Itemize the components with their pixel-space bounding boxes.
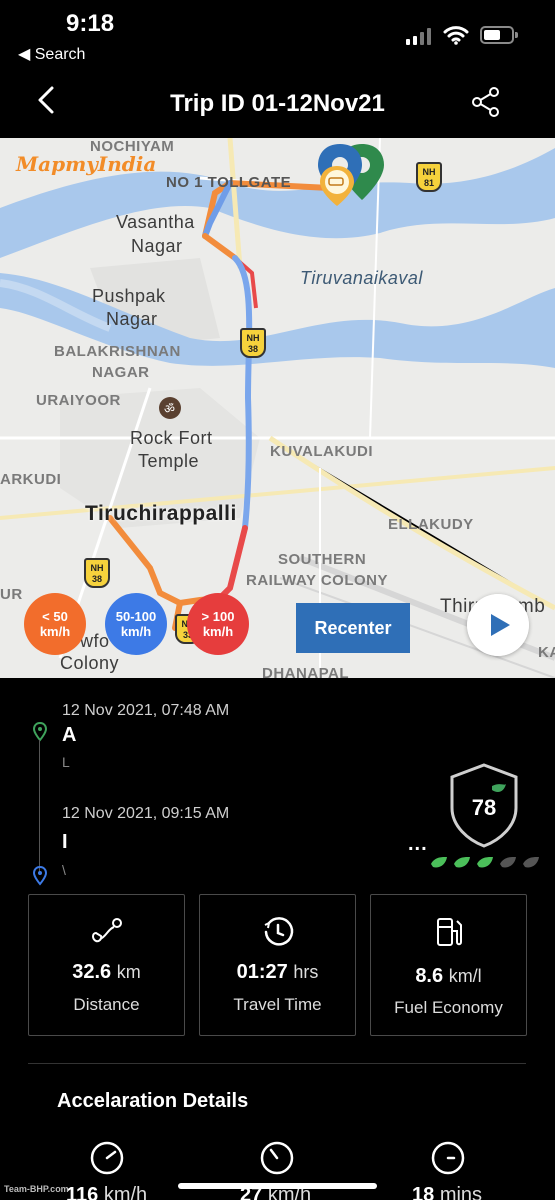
idle-time-icon	[431, 1141, 465, 1175]
more-ellipsis: ...	[408, 833, 428, 855]
section-divider	[28, 1063, 526, 1064]
end-place-address: \	[62, 862, 66, 878]
speed-legend-fast: > 100 km/h	[187, 593, 249, 655]
map-label-southern: SOUTHERN	[278, 551, 367, 568]
map-label-kuvalakudi: KUVALAKUDI	[270, 443, 374, 460]
max-speed-unit: km/h	[103, 1184, 148, 1200]
nh38-shield-icon-south: NH 38	[84, 558, 110, 588]
nh38-shield-icon: NH 38	[240, 328, 266, 358]
fuel-economy-unit: km/l	[448, 966, 482, 986]
start-location-pin-icon	[32, 722, 48, 742]
speed-unit-label: km/h	[39, 624, 71, 639]
end-time: 12 Nov 2021, 09:15 AM	[62, 805, 230, 822]
idle-time-unit: mins	[439, 1184, 483, 1200]
battery-icon	[480, 26, 518, 44]
map-label-balakrishnan-nagar: NAGAR	[92, 364, 150, 381]
map-label-arkudi: ARKUDI	[0, 471, 62, 488]
eco-score-value: 78	[471, 795, 497, 820]
map-label-vasantha: Vasantha	[116, 212, 195, 232]
eco-leaf-rating	[430, 856, 540, 870]
mapmyindia-logo: MapmyIndia	[16, 152, 157, 176]
fuel-economy-label: Fuel Economy	[394, 998, 503, 1017]
acceleration-details-title: Accelaration Details	[57, 1090, 249, 1112]
map-label-temple: Temple	[138, 451, 200, 471]
fuel-pump-icon	[436, 918, 462, 946]
leaf-icon-empty	[500, 856, 516, 868]
speed-unit-label: km/h	[202, 624, 234, 639]
route-connector-line	[39, 740, 40, 875]
map-label-colony: Colony	[60, 653, 120, 673]
map-label-tiruchirappalli: Tiruchirappalli	[85, 502, 237, 525]
travel-time-value: 01:27 hrs	[236, 961, 319, 983]
end-place-name: I	[62, 831, 68, 853]
end-location-pin-icon	[32, 866, 48, 886]
leaf-icon-filled	[454, 856, 470, 868]
clock-icon	[264, 917, 293, 946]
map-label-tollgate: NO 1 TOLLGATE	[166, 174, 292, 191]
map-label-pushpak: Pushpak	[92, 286, 166, 306]
recenter-button[interactable]: Recenter	[296, 603, 410, 653]
app-header: Trip ID 01-12Nov21	[0, 70, 555, 138]
map-label-tiruvanaikaval: Tiruvanaikaval	[300, 268, 423, 288]
back-to-search-link[interactable]: ◀ Search	[18, 44, 85, 64]
play-replay-button[interactable]	[467, 594, 529, 656]
start-time: 12 Nov 2021, 07:48 AM	[62, 702, 230, 719]
map-label-railway-colony: RAILWAY COLONY	[246, 572, 389, 589]
leaf-icon-filled	[431, 856, 447, 868]
map-label-ka: KA	[538, 644, 555, 661]
speed-range-label: < 50	[42, 609, 68, 624]
fuel-economy-value: 8.6 km/l	[415, 965, 482, 987]
map-label-balakrishnan: BALAKRISHNAN	[54, 343, 181, 360]
trip-map[interactable]: ॐ MapmyIndia NOCHIYAM NO 1 TOLLGATE Vasa…	[0, 138, 555, 678]
speedometer-icon	[90, 1141, 124, 1175]
travel-time-card: 01:27 hrs Travel Time	[199, 894, 356, 1036]
share-icon[interactable]	[468, 84, 504, 120]
distance-unit: km	[116, 962, 141, 982]
home-indicator[interactable]	[178, 1183, 377, 1189]
status-time: 9:18	[66, 10, 115, 37]
map-label-pushpak-nagar: Nagar	[106, 309, 158, 329]
map-label-ellakudy: ELLAKUDY	[388, 516, 474, 533]
speed-legend-slow: < 50 km/h	[24, 593, 86, 655]
map-label-dhanapal: DHANAPAL	[262, 665, 350, 678]
speed-range-label: 50-100	[115, 609, 157, 624]
map-label-nochiyam: NOCHIYAM	[90, 138, 175, 155]
distance-label: Distance	[73, 995, 140, 1014]
max-speed-value: 116 km/h	[66, 1184, 147, 1200]
average-speed-icon	[260, 1141, 294, 1175]
start-place-name: A	[62, 724, 77, 746]
route-icon	[91, 918, 122, 943]
travel-time-unit: hrs	[293, 962, 319, 982]
leaf-icon-empty	[523, 856, 539, 868]
svg-text:ॐ: ॐ	[164, 402, 175, 416]
map-label-uraiyoor: URAIYOOR	[36, 392, 121, 409]
nh81-shield-icon: NH 81	[416, 162, 442, 192]
distance-value: 32.6 km	[72, 961, 141, 983]
status-bar: 9:18 ◀ Search	[0, 0, 555, 70]
idle-time-value: 18 mins	[412, 1184, 482, 1200]
speed-legend-medium: 50-100 km/h	[105, 593, 167, 655]
travel-time-label: Travel Time	[233, 995, 322, 1014]
wifi-icon	[443, 26, 469, 45]
distance-card: 32.6 km Distance	[28, 894, 185, 1036]
leaf-icon-filled	[477, 856, 493, 868]
map-label-ur: UR	[0, 586, 23, 603]
watermark-text: Team-BHP.com	[4, 1184, 69, 1194]
map-label-rock-fort: Rock Fort	[130, 428, 213, 448]
map-label-vasantha-nagar: Nagar	[131, 236, 183, 256]
fuel-economy-card: 8.6 km/l Fuel Economy	[370, 894, 527, 1036]
start-place-address: L	[62, 754, 70, 770]
speed-unit-label: km/h	[120, 624, 152, 639]
cellular-signal-icon	[406, 27, 431, 45]
speed-range-label: > 100	[201, 609, 235, 624]
